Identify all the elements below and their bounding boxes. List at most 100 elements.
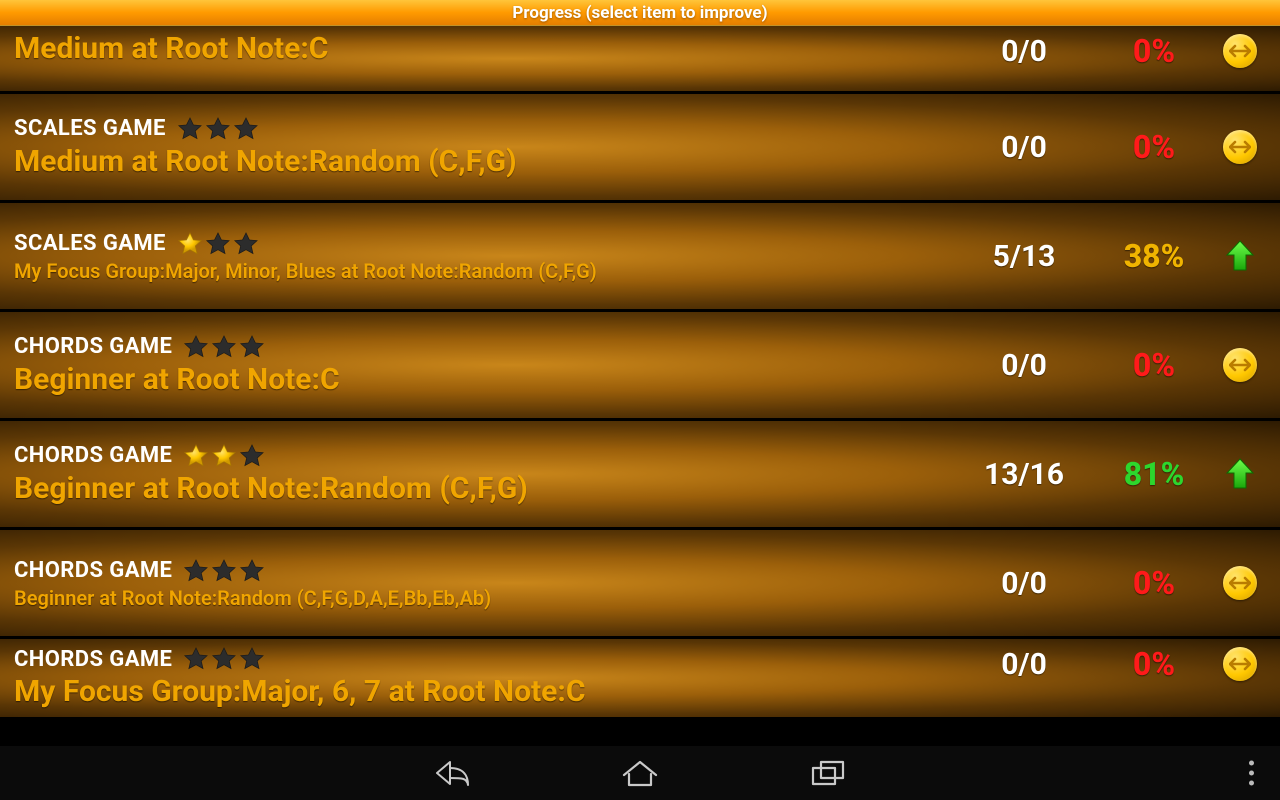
star-icon (204, 230, 232, 258)
row-stars (182, 557, 266, 585)
menu-dot-icon (1249, 771, 1254, 776)
back-icon (434, 758, 470, 788)
star-icon (238, 333, 266, 361)
star-icon (204, 115, 232, 143)
row-left: Medium at Root Note:C (14, 32, 954, 67)
row-trend (1214, 458, 1266, 490)
row-percent: 38% (1094, 237, 1214, 275)
star-icon (238, 645, 266, 673)
star-icon (238, 557, 266, 585)
star-icon (182, 645, 210, 673)
row-percent: 0% (1094, 645, 1214, 683)
row-category-line: SCALES GAME (14, 230, 954, 258)
trend-up-icon (1225, 240, 1255, 272)
progress-row[interactable]: SCALES GAME Medium at Root Note:Random (C… (0, 94, 1280, 203)
android-navbar (0, 746, 1280, 800)
nav-recent-button[interactable] (804, 749, 852, 797)
row-right: 5/1338% (954, 237, 1266, 275)
row-stars (182, 645, 266, 673)
row-score: 0/0 (954, 647, 1094, 682)
row-category-line: SCALES GAME (14, 115, 954, 143)
row-stars (182, 333, 266, 361)
row-stars (176, 115, 260, 143)
row-category-label: SCALES GAME (14, 116, 166, 141)
row-score: 0/0 (954, 130, 1094, 165)
row-percent: 0% (1094, 32, 1214, 70)
trend-up-icon (1225, 458, 1255, 490)
row-category-line: CHORDS GAME (14, 645, 954, 673)
star-icon (176, 115, 204, 143)
row-left: CHORDS GAME My Focus Group:Major, 6, 7 at… (14, 645, 954, 710)
row-category-label: CHORDS GAME (14, 334, 172, 359)
titlebar: Progress (select item to improve) (0, 0, 1280, 26)
progress-list[interactable]: Medium at Root Note:C0/00%SCALES GAMEMed… (0, 26, 1280, 746)
menu-dot-icon (1249, 781, 1254, 786)
nav-menu-button[interactable] (1249, 761, 1254, 786)
trend-flat-icon (1223, 566, 1257, 600)
row-left: SCALES GAME My Focus Group:Major, Minor, … (14, 230, 954, 283)
row-title: My Focus Group:Major, 6, 7 at Root Note:… (14, 675, 954, 710)
trend-flat-icon (1223, 34, 1257, 68)
row-trend (1214, 34, 1266, 68)
row-category-label: SCALES GAME (14, 231, 166, 256)
row-stars (176, 230, 260, 258)
row-score: 0/0 (954, 566, 1094, 601)
app-root: Progress (select item to improve) Medium… (0, 0, 1280, 800)
row-trend (1214, 348, 1266, 382)
row-percent: 0% (1094, 346, 1214, 384)
progress-row[interactable]: CHORDS GAME Beginner at Root Note:Random … (0, 421, 1280, 530)
row-right: 0/00% (954, 645, 1266, 683)
progress-row[interactable]: Medium at Root Note:C0/00% (0, 26, 1280, 94)
row-trend (1214, 566, 1266, 600)
row-right: 0/00% (954, 128, 1266, 166)
row-title: Beginner at Root Note:C (14, 363, 954, 398)
row-category-label: CHORDS GAME (14, 443, 172, 468)
row-title: My Focus Group:Major, Minor, Blues at Ro… (14, 260, 954, 283)
progress-row[interactable]: CHORDS GAME My Focus Group:Major, 6, 7 at… (0, 639, 1280, 717)
row-right: 0/00% (954, 32, 1266, 70)
row-trend (1214, 647, 1266, 681)
progress-row[interactable]: CHORDS GAME Beginner at Root Note:Random … (0, 530, 1280, 639)
menu-dot-icon (1249, 761, 1254, 766)
star-icon (182, 557, 210, 585)
row-trend (1214, 130, 1266, 164)
row-category-line: CHORDS GAME (14, 557, 954, 585)
star-icon (210, 557, 238, 585)
star-icon (182, 442, 210, 470)
row-category-label: CHORDS GAME (14, 558, 172, 583)
row-trend (1214, 240, 1266, 272)
row-stars (182, 442, 266, 470)
row-right: 0/00% (954, 346, 1266, 384)
home-icon (620, 758, 660, 788)
recent-icon (809, 758, 847, 788)
row-title: Medium at Root Note:C (14, 32, 954, 67)
trend-flat-icon (1223, 647, 1257, 681)
nav-home-button[interactable] (616, 749, 664, 797)
row-title: Medium at Root Note:Random (C,F,G) (14, 145, 954, 180)
row-left: CHORDS GAME Beginner at Root Note:Random … (14, 557, 954, 610)
row-left: CHORDS GAME Beginner at Root Note:Random … (14, 442, 954, 507)
star-icon (210, 333, 238, 361)
row-left: CHORDS GAME Beginner at Root Note:C (14, 333, 954, 398)
row-category-label: CHORDS GAME (14, 647, 172, 672)
star-icon (210, 645, 238, 673)
row-right: 0/00% (954, 564, 1266, 602)
row-title: Beginner at Root Note:Random (C,F,G) (14, 472, 954, 507)
row-percent: 0% (1094, 128, 1214, 166)
row-category-line: CHORDS GAME (14, 442, 954, 470)
star-icon (182, 333, 210, 361)
row-score: 5/13 (954, 239, 1094, 274)
progress-row[interactable]: CHORDS GAME Beginner at Root Note:C0/00% (0, 312, 1280, 421)
row-percent: 81% (1094, 455, 1214, 493)
row-title: Beginner at Root Note:Random (C,F,G,D,A,… (14, 587, 954, 610)
row-left: SCALES GAME Medium at Root Note:Random (C… (14, 115, 954, 180)
progress-row[interactable]: SCALES GAME My Focus Group:Major, Minor, … (0, 203, 1280, 312)
row-score: 0/0 (954, 348, 1094, 383)
trend-flat-icon (1223, 130, 1257, 164)
page-title: Progress (select item to improve) (512, 3, 767, 23)
star-icon (238, 442, 266, 470)
star-icon (232, 230, 260, 258)
row-percent: 0% (1094, 564, 1214, 602)
nav-back-button[interactable] (428, 749, 476, 797)
row-category-line: CHORDS GAME (14, 333, 954, 361)
